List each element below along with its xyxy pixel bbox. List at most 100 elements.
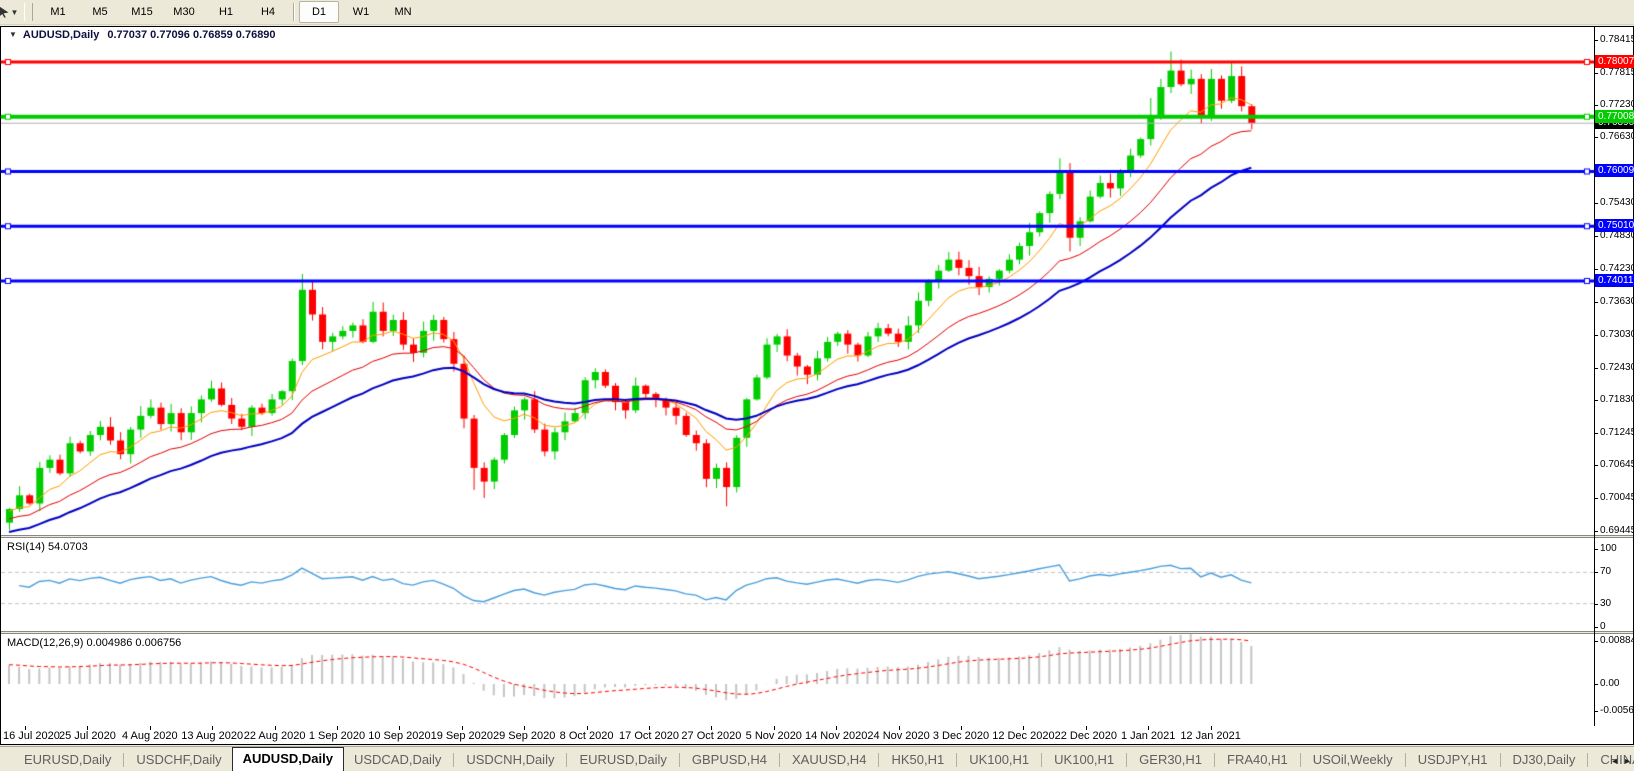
timeframe-button-h4[interactable]: H4	[248, 1, 288, 23]
chart-tab-usdchf-daily[interactable]: USDCHF,Daily	[126, 749, 231, 771]
date-axis-label: 29 Sep 2020	[493, 730, 555, 742]
chart-ohlc-values: 0.77037 0.77096 0.76859 0.76890	[107, 29, 275, 41]
date-axis-label: 1 Jan 2021	[1121, 730, 1175, 742]
chart-tab-ger30-h1[interactable]: GER30,H1	[1129, 749, 1212, 771]
chart-tab-dj30-daily[interactable]: DJ30,Daily	[1503, 749, 1586, 771]
cursor-arrow-icon	[0, 7, 9, 18]
rsi-axis-label: 70	[1595, 566, 1634, 578]
current-price-badge: 0.76890	[1595, 116, 1634, 129]
tab-separator	[1041, 753, 1042, 767]
chart-title-bar: ▼ AUDUSD,Daily 0.77037 0.77096 0.76859 0…	[1, 27, 1633, 42]
price-axis-label: 0.72430	[1595, 362, 1634, 374]
date-axis-label: 27 Oct 2020	[681, 730, 741, 742]
price-axis-label: 0.73630	[1595, 296, 1634, 308]
price-axis-label: 0.70645	[1595, 459, 1634, 471]
tab-separator	[1126, 753, 1127, 767]
price-axis-label: 0.77230	[1595, 99, 1634, 111]
tab-separator	[1300, 753, 1301, 767]
chart-tab-fra40-h1[interactable]: FRA40,H1	[1217, 749, 1298, 771]
chart-menu-triangle-icon[interactable]: ▼	[9, 30, 17, 39]
date-axis-label: 1 Sep 2020	[309, 730, 365, 742]
tab-scroll-buttons: ◂ ▸	[1612, 756, 1630, 767]
chart-tab-hk50-h1[interactable]: HK50,H1	[881, 749, 954, 771]
cursor-tool-icon[interactable]: ▼	[0, 3, 22, 21]
timeframe-button-mn[interactable]: MN	[383, 1, 423, 23]
tab-separator	[956, 753, 957, 767]
date-axis-label: 12 Jan 2021	[1180, 730, 1241, 742]
chart-tab-uk100-h1[interactable]: UK100,H1	[1044, 749, 1124, 771]
price-axis-label: 0.71245	[1595, 427, 1634, 439]
price-line-badge: 0.75010	[1595, 219, 1634, 232]
chart-tab-xauusd-h4[interactable]: XAUUSD,H4	[782, 749, 876, 771]
price-axis-label: 0.71830	[1595, 394, 1634, 406]
price-axis-label: 0.74830	[1595, 230, 1634, 242]
macd-axis-label: 0.00884	[1595, 635, 1634, 647]
tab-strip: EURUSD,DailyUSDCHF,DailyAUDUSD,DailyUSDC…	[0, 747, 1634, 771]
tab-separator	[679, 753, 680, 767]
date-axis-label: 19 Sep 2020	[431, 730, 493, 742]
date-axis-label: 22 Aug 2020	[244, 730, 306, 742]
chart-tab-eurusd-daily[interactable]: EURUSD,Daily	[569, 749, 676, 771]
chart-tab-uk100-h1[interactable]: UK100,H1	[959, 749, 1039, 771]
date-axis-label: 16 Jul 2020	[3, 730, 60, 742]
timeframe-button-h1[interactable]: H1	[206, 1, 246, 23]
macd-indicator-label: MACD(12,26,9) 0.004986 0.006756	[7, 637, 181, 649]
price-axis-label: 0.73030	[1595, 329, 1634, 341]
price-line-badge: 0.74011	[1595, 274, 1634, 287]
chevron-down-icon: ▼	[11, 8, 19, 17]
macd-chart-canvas[interactable]	[1, 634, 1594, 726]
date-axis-label: 3 Dec 2020	[933, 730, 989, 742]
chart-tab-usdjpy-h1[interactable]: USDJPY,H1	[1408, 749, 1498, 771]
tab-separator	[566, 753, 567, 767]
date-axis-label: 14 Nov 2020	[805, 730, 867, 742]
price-chart-canvas[interactable]	[1, 42, 1594, 535]
date-axis-label: 4 Aug 2020	[122, 730, 178, 742]
chart-tab-eurusd-daily[interactable]: EURUSD,Daily	[14, 749, 121, 771]
chart-tab-usdcad-daily[interactable]: USDCAD,Daily	[344, 749, 451, 771]
timeframe-button-m1[interactable]: M1	[38, 1, 78, 23]
timeframe-button-d1[interactable]: D1	[299, 1, 339, 23]
tab-separator	[1500, 753, 1501, 767]
date-axis-label: 8 Oct 2020	[560, 730, 614, 742]
price-axis-label: 0.77815	[1595, 67, 1634, 79]
rsi-axis-label: 100	[1595, 543, 1634, 555]
chart-tab-usdcnh-daily[interactable]: USDCNH,Daily	[456, 749, 564, 771]
timeframe-buttons: M1M5M15M30H1H4 D1W1MN	[37, 1, 424, 23]
macd-axis-label: -0.00565	[1595, 705, 1634, 717]
tab-separator	[779, 753, 780, 767]
chart-tab-audusd-daily[interactable]: AUDUSD,Daily	[232, 747, 344, 771]
price-axis-border	[1594, 27, 1595, 726]
date-axis: 16 Jul 202025 Jul 20204 Aug 202013 Aug 2…	[1, 726, 1633, 744]
tab-separator	[123, 753, 124, 767]
date-axis-label: 25 Jul 2020	[59, 730, 116, 742]
price-line-badge: 0.77008	[1595, 110, 1634, 123]
tab-separator	[1405, 753, 1406, 767]
rsi-indicator-label: RSI(14) 54.0703	[7, 541, 88, 553]
date-axis-label: 17 Oct 2020	[619, 730, 679, 742]
timeframe-button-w1[interactable]: W1	[341, 1, 381, 23]
timeframe-button-m30[interactable]: M30	[164, 1, 204, 23]
chart-tab-gbpusd-h4[interactable]: GBPUSD,H4	[682, 749, 777, 771]
date-axis-label: 5 Nov 2020	[746, 730, 802, 742]
macd-axis-label: 0.00	[1595, 678, 1634, 690]
tab-scroll-right-icon[interactable]: ▸	[1625, 756, 1630, 767]
date-axis-label: 22 Dec 2020	[1055, 730, 1117, 742]
rsi-chart-canvas[interactable]	[1, 538, 1594, 631]
date-axis-label: 10 Sep 2020	[368, 730, 430, 742]
price-line-badge: 0.78007	[1595, 55, 1634, 68]
price-axis-label: 0.76630	[1595, 131, 1634, 143]
tab-scroll-left-icon[interactable]: ◂	[1612, 756, 1617, 767]
toolbar-grip	[24, 3, 33, 21]
timeframe-button-m15[interactable]: M15	[122, 1, 162, 23]
tab-separator	[1587, 753, 1588, 767]
price-axis-label: 0.70045	[1595, 492, 1634, 504]
rsi-axis-label: 30	[1595, 598, 1634, 610]
chart-tab-bar: EURUSD,DailyUSDCHF,DailyAUDUSD,DailyUSDC…	[0, 746, 1634, 771]
timeframe-button-m5[interactable]: M5	[80, 1, 120, 23]
timeframe-toolbar: ▼ M1M5M15M30H1H4 D1W1MN	[0, 0, 1634, 25]
chart-tab-usoil-weekly[interactable]: USOil,Weekly	[1303, 749, 1403, 771]
tab-separator	[453, 753, 454, 767]
tab-separator	[878, 753, 879, 767]
price-axis-label: 0.74230	[1595, 263, 1634, 275]
date-axis-label: 12 Dec 2020	[992, 730, 1054, 742]
